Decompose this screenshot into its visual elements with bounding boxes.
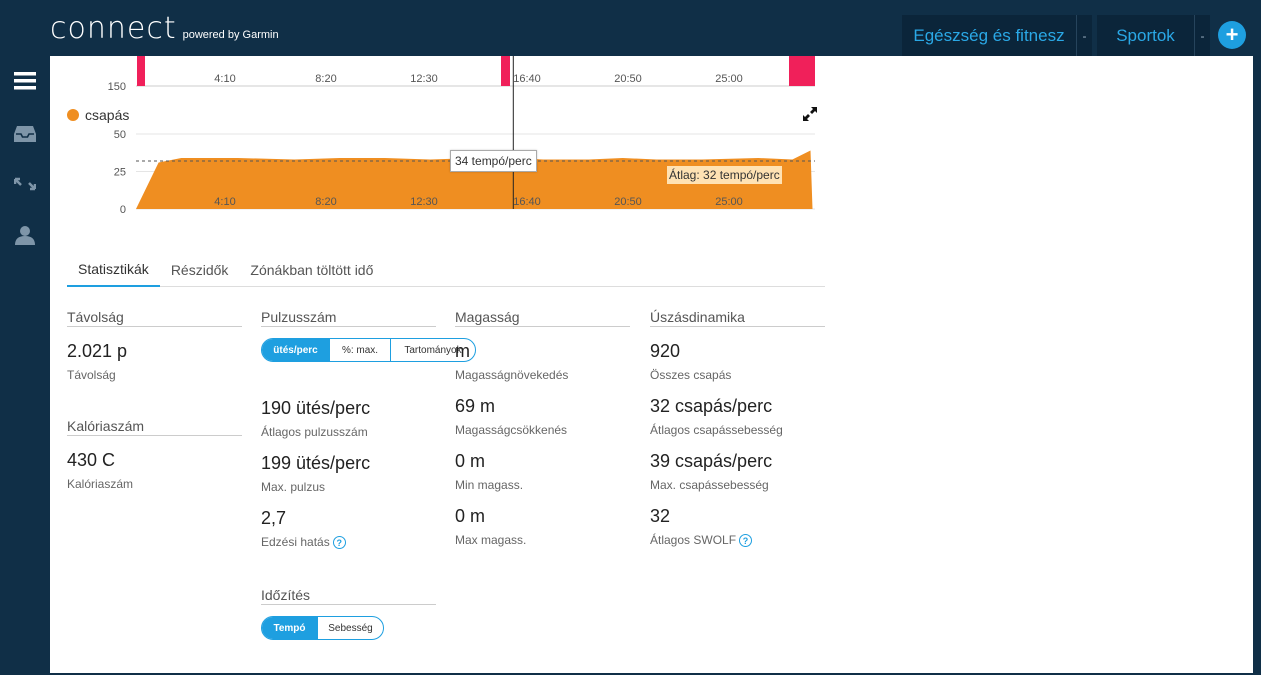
- hr-spike-bar: [501, 56, 510, 86]
- total-strokes-label: Összes csapás: [650, 368, 732, 382]
- stroke-x-tick-label: 12:30: [410, 196, 438, 208]
- avg-stroke-rate-label: Átlagos csapássebesség: [650, 423, 783, 437]
- hr-x-tick-label: 20:50: [614, 73, 642, 85]
- hr-x-tick-label: 16:40: [513, 73, 541, 85]
- stroke-legend[interactable]: csapás: [67, 107, 129, 123]
- hr-x-tick-label: 4:10: [214, 73, 235, 85]
- inbox-icon[interactable]: [13, 122, 37, 146]
- stroke-x-tick-label: 25:00: [715, 196, 743, 208]
- toggle-bpm[interactable]: ütés/perc: [262, 339, 329, 361]
- top-header: connect powered by Garmin Egészség és fi…: [0, 0, 1261, 56]
- hr-x-tick-label: 8:20: [315, 73, 336, 85]
- tab-statistics[interactable]: Statisztikák: [67, 252, 160, 287]
- stroke-x-tick-label: 20:50: [614, 196, 642, 208]
- stroke-y-tick-label: 25: [114, 167, 126, 179]
- tab-time-in-zones[interactable]: Zónákban töltött idő: [239, 252, 384, 287]
- max-elevation-value: 0 m: [455, 506, 486, 526]
- chart-tooltip: 34 tempó/perc: [450, 150, 537, 172]
- logo-wordmark: connect: [50, 11, 177, 46]
- heart-rate-title: Pulzusszám: [261, 309, 436, 327]
- stroke-y-tick-label: 50: [114, 129, 126, 141]
- tab-splits[interactable]: Részidők: [160, 252, 240, 287]
- nav-health-fitness[interactable]: Egészség és fitnesz: [902, 15, 1076, 56]
- connect-logo[interactable]: connect powered by Garmin: [50, 14, 279, 44]
- toggle-percent-max[interactable]: %: max.: [329, 339, 390, 361]
- avg-swolf-row: Átlagos SWOLF?: [650, 533, 825, 548]
- avg-swolf-label: Átlagos SWOLF: [650, 533, 737, 547]
- stroke-x-tick-label: 8:20: [315, 196, 336, 208]
- hr-x-tick-label: 12:30: [410, 73, 438, 85]
- timing-title: Időzítés: [261, 587, 436, 606]
- hr-y-tick: 150: [108, 81, 126, 93]
- toggle-speed[interactable]: Sebesség: [317, 617, 383, 639]
- expand-icon[interactable]: [802, 106, 818, 122]
- heart-rate-unit-toggle: ütés/perc %: max. Tartományok: [261, 338, 476, 362]
- stroke-x-tick-label: 4:10: [214, 196, 235, 208]
- help-icon[interactable]: ?: [332, 536, 346, 550]
- heart-rate-chart: 150 4:10 8:20 12:30 16:40 20:50 25:00: [108, 56, 815, 93]
- calories-value: 430 C: [67, 450, 116, 470]
- stroke-legend-label: csapás: [85, 107, 130, 123]
- max-heart-rate-label: Max. pulzus: [261, 480, 326, 494]
- min-elevation-label: Min magass.: [455, 478, 524, 492]
- elevation-loss-value: 69 m: [455, 396, 496, 416]
- avg-swolf-value: 32: [650, 506, 671, 526]
- hr-spike-bar: [789, 56, 815, 86]
- nav-sports[interactable]: Sportok: [1097, 15, 1194, 56]
- distance-value: 2.021 p: [67, 341, 128, 361]
- distance-title: Távolság: [67, 309, 242, 327]
- max-heart-rate-value: 199 ütés/perc: [261, 453, 371, 473]
- elevation-gain-value: m: [455, 341, 470, 361]
- nav-sports-dropdown[interactable]: -: [1194, 15, 1210, 56]
- help-icon[interactable]: ?: [739, 534, 753, 548]
- max-stroke-rate-value: 39 csapás/perc: [650, 451, 773, 471]
- hr-x-ticks: 4:10 8:20 12:30 16:40 20:50 25:00: [214, 73, 742, 85]
- stroke-legend-dot: [67, 109, 79, 121]
- add-button[interactable]: +: [1218, 21, 1246, 49]
- average-label: Átlag: 32 tempó/perc: [667, 166, 782, 184]
- max-stroke-rate-label: Max. csapássebesség: [650, 478, 769, 492]
- profile-icon[interactable]: [13, 223, 37, 247]
- toggle-pace[interactable]: Tempó: [262, 617, 317, 639]
- charts-area: 150 4:10 8:20 12:30 16:40 20:50 25:00 50 25 0 4…: [108, 56, 815, 216]
- swim-dynamics-title: Úszásdinamika: [650, 309, 825, 327]
- training-effect-value: 2,7: [261, 508, 287, 528]
- avg-heart-rate-value: 190 ütés/perc: [261, 398, 371, 418]
- nav-health-fitness-dropdown[interactable]: -: [1076, 15, 1092, 56]
- training-effect-row: Edzési hatás?: [261, 535, 436, 550]
- distance-label: Távolság: [67, 368, 116, 382]
- swim-dynamics-column: Úszásdinamika 920 Összes csapás 32 csapá…: [650, 309, 825, 548]
- connections-icon[interactable]: [13, 172, 37, 196]
- stats-tabs: Statisztikák Részidők Zónákban töltött i…: [67, 252, 825, 287]
- elevation-title: Magasság: [455, 309, 630, 327]
- avg-heart-rate-label: Átlagos pulzusszám: [261, 425, 368, 439]
- stroke-y-ticks: 50 25 0: [114, 129, 126, 216]
- hr-spike-bar: [137, 56, 145, 86]
- total-strokes-value: 920: [650, 341, 681, 361]
- elevation-gain-label: Magasságnövekedés: [455, 368, 569, 382]
- calories-label: Kalóriaszám: [67, 477, 134, 491]
- hr-x-tick-label: 25:00: [715, 73, 743, 85]
- training-effect-label: Edzési hatás: [261, 535, 330, 549]
- min-elevation-value: 0 m: [455, 451, 486, 471]
- calories-title: Kalóriaszám: [67, 418, 242, 436]
- menu-icon[interactable]: [13, 69, 37, 93]
- distance-calories-column: Távolság 2.021 p Távolság Kalóriaszám 43…: [67, 309, 242, 491]
- elevation-loss-label: Magasságcsökkenés: [455, 423, 568, 437]
- activity-detail-panel: 150 4:10 8:20 12:30 16:40 20:50 25:00 50 25 0 4…: [50, 56, 1253, 673]
- logo-tagline: powered by Garmin: [182, 29, 279, 41]
- hr-spikes: [137, 56, 815, 86]
- timing-toggle: Tempó Sebesség: [261, 616, 384, 640]
- elevation-column: Magasság m Magasságnövekedés 69 m Magass…: [455, 309, 630, 547]
- stroke-x-tick-label: 16:40: [513, 196, 541, 208]
- stroke-y-tick-label: 0: [120, 204, 126, 216]
- avg-stroke-rate-value: 32 csapás/perc: [650, 396, 773, 416]
- max-elevation-label: Max magass.: [455, 533, 527, 547]
- left-sidebar: [0, 56, 50, 675]
